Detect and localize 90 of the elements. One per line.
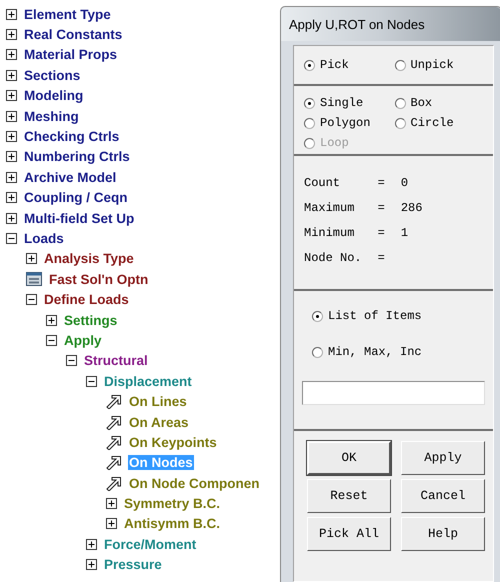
expand-icon[interactable]: [6, 192, 17, 204]
tree-item[interactable]: On Areas: [128, 414, 190, 430]
stat-label: Maximum: [304, 201, 356, 215]
radio-button[interactable]: [304, 118, 315, 128]
expand-icon[interactable]: [6, 212, 17, 224]
radio-button[interactable]: [304, 98, 315, 108]
stat-value: 286: [400, 201, 424, 215]
tree-item[interactable]: Real Constants: [23, 27, 124, 42]
tree-item[interactable]: Analysis Type: [43, 251, 135, 266]
expand-icon[interactable]: [46, 314, 57, 326]
expand-icon[interactable]: [106, 498, 117, 510]
expand-icon[interactable]: [26, 253, 37, 264]
input-field[interactable]: [302, 381, 485, 405]
collapse-icon[interactable]: [6, 232, 17, 244]
tree-item[interactable]: Element Type: [23, 6, 112, 22]
dialog-button[interactable]: Cancel: [401, 479, 485, 513]
equals-sign: =: [378, 251, 385, 265]
tree-item[interactable]: On Lines: [128, 394, 188, 410]
collapse-icon[interactable]: [46, 334, 57, 346]
stat-label: Count: [304, 176, 342, 190]
arrow-icon: [106, 455, 122, 470]
radio-button[interactable]: [312, 346, 323, 358]
expand-icon[interactable]: [6, 49, 17, 60]
radio-label[interactable]: Single: [320, 96, 364, 110]
tree-item[interactable]: Displacement: [103, 374, 193, 389]
tree-item[interactable]: Structural: [83, 353, 149, 368]
tree-item[interactable]: Archive Model: [23, 170, 118, 185]
dialog-button[interactable]: Pick All: [307, 517, 391, 551]
tree-item[interactable]: Coupling / Ceqn: [23, 190, 128, 206]
tree-item[interactable]: Numbering Ctrls: [23, 149, 131, 164]
expand-icon[interactable]: [6, 29, 17, 40]
collapse-icon[interactable]: [66, 355, 77, 366]
radio-label[interactable]: List of Items: [328, 309, 422, 323]
stat-label: Minimum: [304, 226, 356, 240]
radio-button[interactable]: [394, 98, 406, 108]
tree-item[interactable]: Settings: [63, 312, 118, 328]
tree-item[interactable]: Sections: [23, 68, 82, 83]
expand-icon[interactable]: [106, 518, 117, 530]
dialog-button[interactable]: OK: [307, 441, 391, 475]
tree-item[interactable]: Loads: [23, 230, 65, 246]
tree-item[interactable]: Fast Sol'n Optn: [48, 272, 150, 287]
expand-icon[interactable]: [6, 172, 17, 183]
tree-item[interactable]: On Keypoints: [128, 434, 218, 450]
tree-item[interactable]: Symmetry B.C.: [123, 496, 222, 512]
expand-icon[interactable]: [6, 110, 17, 122]
radio-label[interactable]: Min, Max, Inc: [328, 345, 422, 359]
tree-item[interactable]: Force/Moment: [103, 536, 198, 552]
radio-button[interactable]: [394, 118, 406, 128]
stat-label: Node No.: [304, 251, 362, 265]
equals-sign: =: [378, 226, 385, 240]
radio-label[interactable]: Circle: [410, 116, 454, 130]
radio-button[interactable]: [312, 310, 323, 322]
window-title: Apply U,ROT on Nodes: [289, 16, 425, 32]
expand-icon[interactable]: [86, 559, 97, 570]
equals-sign: =: [378, 201, 385, 215]
arrow-icon: [106, 476, 122, 491]
dialog-icon: [26, 272, 42, 286]
dialog-button[interactable]: Help: [401, 517, 485, 551]
collapse-icon[interactable]: [26, 294, 37, 306]
radio-button[interactable]: [304, 60, 315, 70]
arrow-icon: [106, 394, 122, 410]
radio-label[interactable]: Polygon: [320, 116, 370, 130]
tree-item[interactable]: Define Loads: [43, 292, 130, 308]
radio-label[interactable]: Box: [410, 96, 432, 110]
radio-label[interactable]: Pick: [320, 58, 349, 72]
tree-item[interactable]: Antisymm B.C.: [123, 516, 222, 532]
expand-icon[interactable]: [86, 538, 97, 550]
tree-item[interactable]: Multi-field Set Up: [23, 210, 136, 226]
expand-icon[interactable]: [6, 151, 17, 162]
expand-icon[interactable]: [6, 131, 17, 142]
arrow-icon: [106, 414, 122, 430]
tree-item[interactable]: Material Props: [23, 47, 118, 62]
tree-item[interactable]: Checking Ctrls: [23, 129, 120, 144]
tree-item[interactable]: On Node Componen: [128, 476, 260, 491]
tree-item[interactable]: Meshing: [23, 108, 80, 124]
stat-value: 1: [400, 226, 410, 240]
stat-value: 0: [400, 176, 410, 190]
radio-label[interactable]: Unpick: [410, 58, 454, 72]
expand-icon[interactable]: [6, 90, 17, 102]
tree-item[interactable]: Apply: [63, 332, 103, 348]
equals-sign: =: [378, 176, 385, 190]
tree-item[interactable]: Pressure: [103, 557, 163, 572]
dialog-button[interactable]: Apply: [401, 441, 485, 475]
radio-button[interactable]: [394, 60, 406, 70]
collapse-icon[interactable]: [86, 376, 97, 387]
dialog-button[interactable]: Reset: [307, 479, 391, 513]
expand-icon[interactable]: [6, 8, 17, 20]
expand-icon[interactable]: [6, 70, 17, 81]
arrow-icon: [106, 434, 122, 450]
tree-item[interactable]: Modeling: [23, 88, 84, 104]
